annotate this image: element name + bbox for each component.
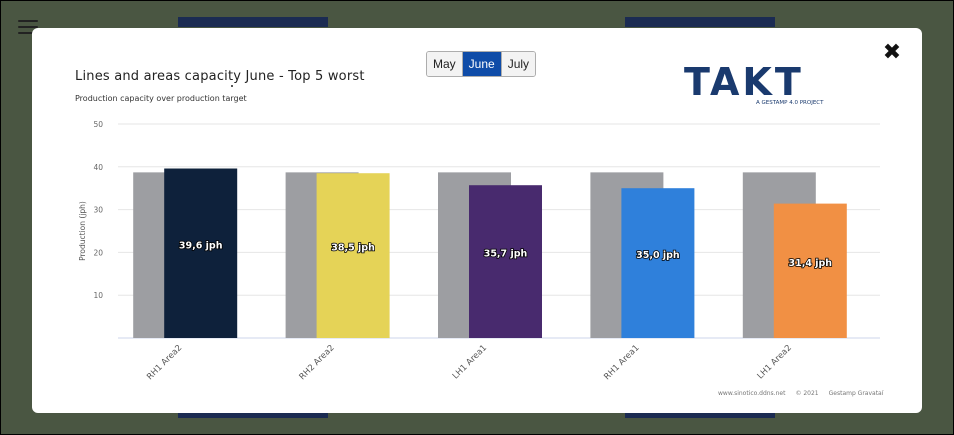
footer-company: Gestamp Gravataí [828, 390, 884, 397]
y-tick-label: 50 [93, 120, 103, 129]
background-tile [625, 17, 775, 27]
bar-chart: 10 20 30 40 50 Production (jph) 39,6 jph RH1 Ar… [78, 85, 880, 382]
x-tick-label: RH2 Area2 [298, 343, 337, 382]
capacity-bar [164, 168, 238, 338]
data-label: 35,7 jph [484, 249, 528, 260]
dot-mark [231, 85, 233, 87]
footer-copyright: © 2021 [795, 390, 819, 397]
background-tile [178, 17, 328, 27]
chart-modal: ✖ May June July Lines and areas capacity… [32, 28, 922, 413]
data-label: 35,0 jph [636, 250, 680, 261]
capacity-bar [469, 185, 542, 338]
data-label: 39,6 jph [179, 240, 223, 251]
y-axis-label: Production (jph) [78, 201, 87, 261]
capacity-bar [316, 173, 390, 338]
capacity-bar [773, 203, 847, 338]
x-tick-label: LH1 Area2 [756, 343, 794, 381]
footer-site[interactable]: www.sinotico.ddns.net [718, 390, 785, 397]
y-tick-label: 30 [93, 206, 103, 215]
y-tick-label: 20 [93, 248, 103, 257]
x-tick-label: RH1 Area1 [602, 343, 641, 382]
x-tick-label: LH1 Area1 [451, 343, 489, 381]
data-label: 38,5 jph [331, 243, 375, 254]
data-label: 31,4 jph [789, 258, 833, 269]
y-tick-label: 40 [93, 163, 103, 172]
capacity-bar [621, 188, 695, 338]
x-tick-label: RH1 Area2 [145, 343, 184, 382]
footer-credit: www.sinotico.ddns.net © 2021 Gestamp Grava… [718, 390, 893, 397]
y-tick-label: 10 [93, 291, 103, 300]
